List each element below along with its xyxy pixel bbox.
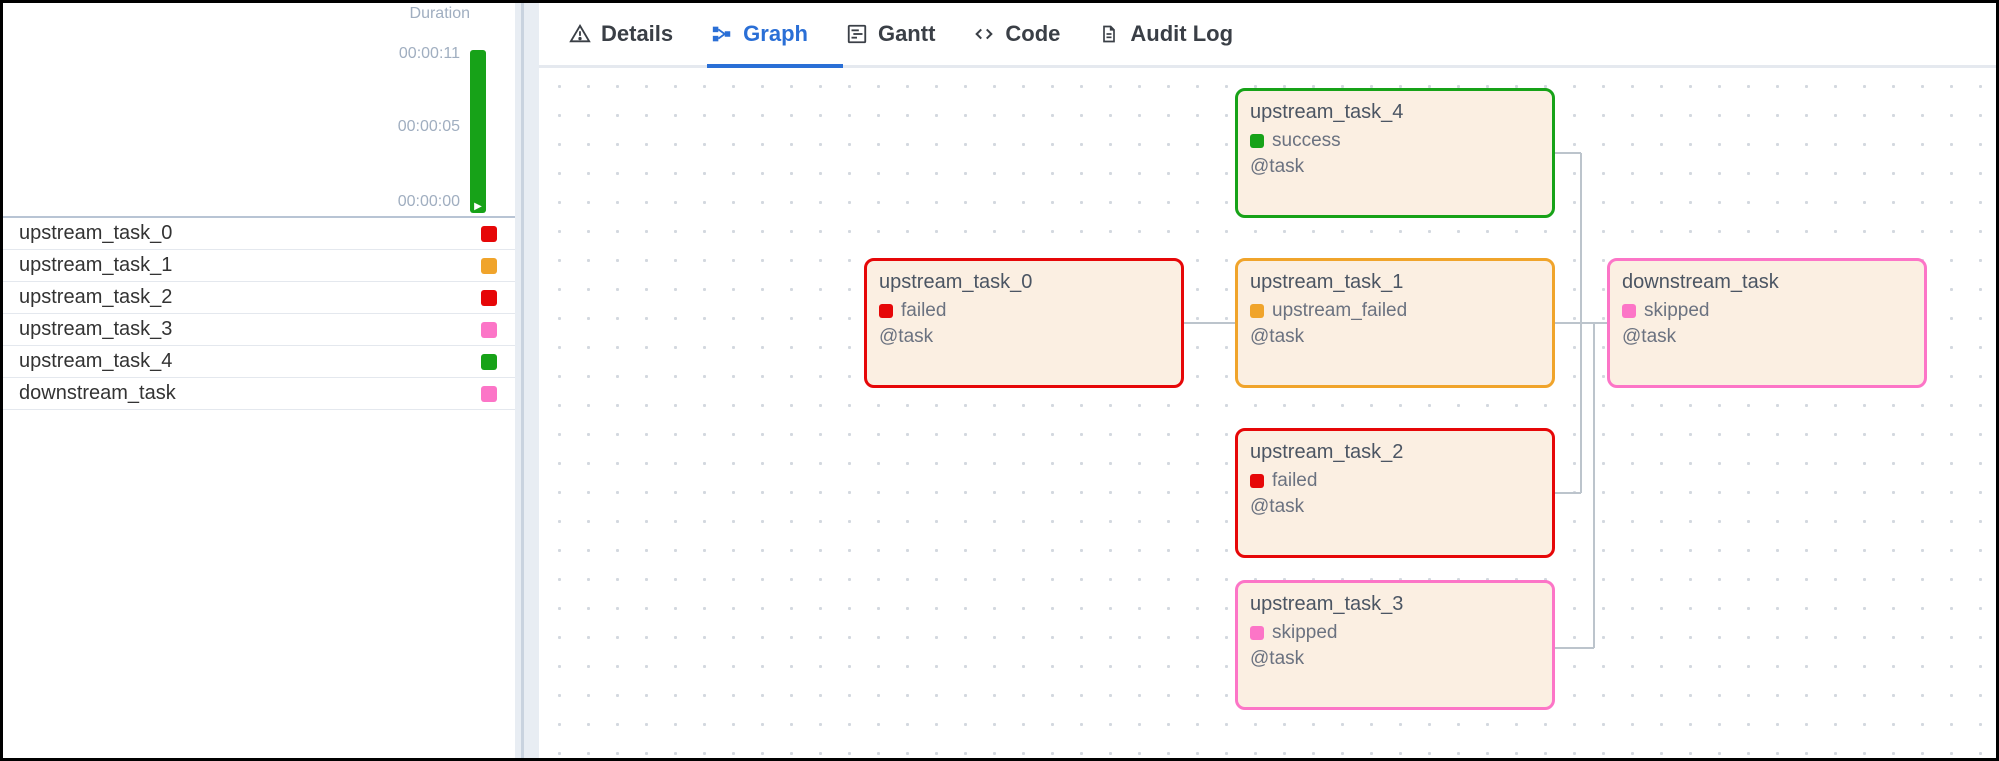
node-status: skipped bbox=[1622, 300, 1912, 322]
tab-gantt[interactable]: Gantt bbox=[846, 21, 935, 65]
status-dot-icon bbox=[1250, 626, 1264, 640]
tab-label: Gantt bbox=[878, 21, 935, 47]
node-title: upstream_task_3 bbox=[1250, 593, 1540, 616]
status-chip bbox=[481, 386, 497, 402]
task-label: upstream_task_3 bbox=[19, 318, 172, 341]
graph-node-upstream-task-0[interactable]: upstream_task_0 failed @task bbox=[864, 258, 1184, 388]
graph-node-downstream-task[interactable]: downstream_task skipped @task bbox=[1607, 258, 1927, 388]
node-title: downstream_task bbox=[1622, 271, 1912, 294]
tab-label: Details bbox=[601, 21, 673, 47]
tab-audit-log[interactable]: Audit Log bbox=[1098, 21, 1233, 65]
status-chip bbox=[481, 322, 497, 338]
duration-header: Duration bbox=[410, 5, 470, 23]
status-dot-icon bbox=[879, 304, 893, 318]
node-meta: @task bbox=[879, 326, 1169, 348]
task-row[interactable]: downstream_task bbox=[3, 378, 515, 410]
task-row[interactable]: upstream_task_2 bbox=[3, 282, 515, 314]
warning-icon bbox=[569, 23, 591, 45]
task-label: upstream_task_1 bbox=[19, 254, 172, 277]
node-meta: @task bbox=[1250, 496, 1540, 518]
task-row[interactable]: upstream_task_1 bbox=[3, 250, 515, 282]
status-dot-icon bbox=[1622, 304, 1636, 318]
task-label: upstream_task_4 bbox=[19, 350, 172, 373]
view-tabs: Details Graph Gantt Code bbox=[539, 3, 1996, 68]
tab-code[interactable]: Code bbox=[973, 21, 1060, 65]
sidebar: Duration 00:00:11 00:00:05 00:00:00 ▶ up… bbox=[3, 3, 515, 758]
graph-node-upstream-task-4[interactable]: upstream_task_4 success @task bbox=[1235, 88, 1555, 218]
axis-tick-0: 00:00:00 bbox=[398, 193, 460, 211]
node-meta: @task bbox=[1250, 648, 1540, 670]
status-chip bbox=[481, 258, 497, 274]
node-meta: @task bbox=[1250, 156, 1540, 178]
node-title: upstream_task_4 bbox=[1250, 101, 1540, 124]
status-dot-icon bbox=[1250, 134, 1264, 148]
node-status: upstream_failed bbox=[1250, 300, 1540, 322]
split-divider[interactable] bbox=[515, 3, 539, 758]
task-row[interactable]: upstream_task_4 bbox=[3, 346, 515, 378]
task-label: upstream_task_2 bbox=[19, 286, 172, 309]
status-dot-icon bbox=[1250, 304, 1264, 318]
graph-node-upstream-task-1[interactable]: upstream_task_1 upstream_failed @task bbox=[1235, 258, 1555, 388]
duration-panel: Duration 00:00:11 00:00:05 00:00:00 ▶ bbox=[3, 3, 515, 218]
graph-node-upstream-task-2[interactable]: upstream_task_2 failed @task bbox=[1235, 428, 1555, 558]
tab-label: Audit Log bbox=[1130, 21, 1233, 47]
task-label: upstream_task_0 bbox=[19, 222, 172, 245]
status-dot-icon bbox=[1250, 474, 1264, 488]
app-root: Duration 00:00:11 00:00:05 00:00:00 ▶ up… bbox=[3, 3, 1996, 758]
task-label: downstream_task bbox=[19, 382, 176, 405]
gantt-icon bbox=[846, 23, 868, 45]
duration-bar[interactable] bbox=[470, 50, 486, 213]
node-title: upstream_task_1 bbox=[1250, 271, 1540, 294]
node-status: failed bbox=[879, 300, 1169, 322]
status-chip bbox=[481, 226, 497, 242]
tab-label: Graph bbox=[743, 21, 808, 47]
play-icon: ▶ bbox=[471, 199, 485, 213]
node-meta: @task bbox=[1622, 326, 1912, 348]
task-list: upstream_task_0 upstream_task_1 upstream… bbox=[3, 218, 515, 410]
node-title: upstream_task_2 bbox=[1250, 441, 1540, 464]
task-row[interactable]: upstream_task_0 bbox=[3, 218, 515, 250]
tab-label: Code bbox=[1005, 21, 1060, 47]
node-status: success bbox=[1250, 130, 1540, 152]
status-chip bbox=[481, 354, 497, 370]
code-icon bbox=[973, 23, 995, 45]
main-panel: Details Graph Gantt Code bbox=[539, 3, 1996, 758]
graph-canvas[interactable]: upstream_task_4 success @task upstream_t… bbox=[539, 68, 1996, 758]
node-meta: @task bbox=[1250, 326, 1540, 348]
node-title: upstream_task_0 bbox=[879, 271, 1169, 294]
axis-tick-1: 00:00:05 bbox=[398, 118, 460, 136]
graph-icon bbox=[711, 23, 733, 45]
task-row[interactable]: upstream_task_3 bbox=[3, 314, 515, 346]
graph-node-upstream-task-3[interactable]: upstream_task_3 skipped @task bbox=[1235, 580, 1555, 710]
tab-details[interactable]: Details bbox=[569, 21, 673, 65]
node-status: skipped bbox=[1250, 622, 1540, 644]
tab-graph[interactable]: Graph bbox=[711, 21, 808, 65]
node-status: failed bbox=[1250, 470, 1540, 492]
document-icon bbox=[1098, 23, 1120, 45]
axis-tick-2: 00:00:11 bbox=[399, 45, 460, 63]
status-chip bbox=[481, 290, 497, 306]
